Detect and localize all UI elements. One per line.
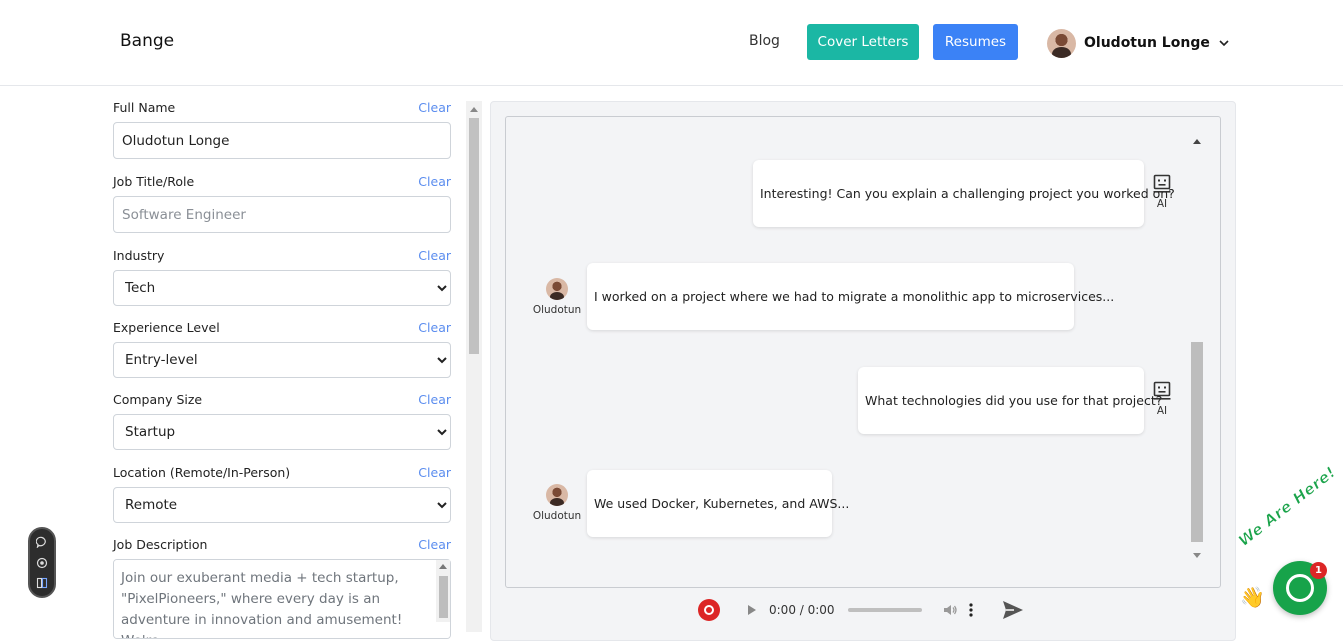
- job-description-scrollbar[interactable]: [436, 560, 450, 622]
- chat-message-user: We used Docker, Kubernetes, and AWS...: [587, 470, 849, 537]
- sender-name: AI: [1156, 198, 1168, 210]
- message-text: I worked on a project where we had to mi…: [594, 289, 1115, 304]
- industry-label: Industry: [113, 248, 165, 263]
- record-button[interactable]: [698, 599, 720, 621]
- sender-ai: AI: [1134, 174, 1190, 210]
- scroll-thumb[interactable]: [469, 118, 479, 354]
- scroll-up-arrow-icon[interactable]: [470, 107, 478, 112]
- company-size-clear-link[interactable]: Clear: [418, 392, 451, 407]
- scroll-thumb[interactable]: [1191, 342, 1203, 542]
- chevron-down-icon: [1219, 40, 1229, 47]
- message-text: We used Docker, Kubernetes, and AWS...: [594, 496, 850, 511]
- message-text: Interesting! Can you explain a challengi…: [760, 186, 1175, 201]
- location-select[interactable]: Remote: [113, 487, 451, 523]
- message-text: What technologies did you use for that p…: [865, 393, 1163, 408]
- sender-ai: AI: [1134, 381, 1190, 417]
- notification-badge: 1: [1310, 562, 1327, 579]
- robot-icon: [1153, 174, 1171, 193]
- avatar: [1047, 28, 1076, 58]
- sender-user: Oludotun: [529, 484, 585, 522]
- user-menu[interactable]: Oludotun Longe: [1047, 28, 1230, 58]
- job-title-input[interactable]: [113, 196, 451, 233]
- more-options-icon[interactable]: [968, 602, 974, 618]
- sender-name: Oludotun: [532, 510, 582, 522]
- chat-message-user: I worked on a project where we had to mi…: [587, 263, 1114, 330]
- scroll-up-arrow-icon[interactable]: [1193, 139, 1201, 144]
- user-name: Oludotun Longe: [1084, 35, 1210, 51]
- scroll-down-arrow-icon[interactable]: [1193, 553, 1201, 558]
- job-title-label: Job Title/Role: [113, 174, 195, 189]
- full-name-input[interactable]: [113, 122, 451, 159]
- volume-icon[interactable]: [942, 602, 958, 618]
- eye-icon[interactable]: [36, 557, 48, 569]
- robot-icon: [1153, 381, 1171, 400]
- chat-message-ai: What technologies did you use for that p…: [858, 367, 1162, 434]
- industry-select[interactable]: Tech: [113, 270, 451, 306]
- audio-controls: 0:00 / 0:00: [698, 598, 1024, 622]
- audio-time: 0:00 / 0:00: [769, 603, 835, 617]
- job-description-textarea[interactable]: Join our exuberant media + tech startup,…: [113, 559, 451, 639]
- location-clear-link[interactable]: Clear: [418, 465, 451, 480]
- job-description-label: Job Description: [113, 537, 208, 552]
- full-name-label: Full Name: [113, 100, 176, 115]
- chat-message-ai: Interesting! Can you explain a challengi…: [753, 160, 1175, 227]
- audio-seek-slider[interactable]: [847, 608, 922, 612]
- company-size-select[interactable]: Startup: [113, 414, 451, 450]
- waving-hand-icon: 👋: [1240, 585, 1265, 609]
- experience-label: Experience Level: [113, 320, 220, 335]
- sender-name: AI: [1156, 405, 1168, 417]
- resumes-button[interactable]: Resumes: [933, 24, 1018, 60]
- nav-blog-link[interactable]: Blog: [749, 33, 780, 49]
- chat-scrollbar[interactable]: [1190, 133, 1204, 558]
- side-toolbar: [28, 527, 56, 598]
- send-icon[interactable]: [1002, 600, 1024, 620]
- industry-clear-link[interactable]: Clear: [418, 248, 451, 263]
- job-title-clear-link[interactable]: Clear: [418, 174, 451, 189]
- sender-user: Oludotun: [529, 278, 585, 316]
- location-label: Location (Remote/In-Person): [113, 465, 291, 480]
- form-scrollbar[interactable]: [466, 101, 482, 632]
- we-are-here-label: We Are Here!: [1234, 462, 1340, 551]
- brand-logo[interactable]: Bange: [120, 31, 174, 51]
- avatar: [546, 484, 568, 506]
- scroll-thumb[interactable]: [439, 576, 448, 618]
- experience-select[interactable]: Entry-level: [113, 342, 451, 378]
- experience-clear-link[interactable]: Clear: [418, 320, 451, 335]
- book-icon[interactable]: [36, 577, 48, 589]
- avatar: [546, 278, 568, 300]
- company-size-label: Company Size: [113, 392, 203, 407]
- chat-window: Interesting! Can you explain a challengi…: [505, 116, 1221, 588]
- job-description-clear-link[interactable]: Clear: [418, 537, 451, 552]
- cover-letters-button[interactable]: Cover Letters: [807, 24, 919, 60]
- comment-icon[interactable]: [36, 536, 48, 548]
- top-header: Bange Blog Cover Letters Resumes Oludotu…: [0, 0, 1343, 86]
- sender-name: Oludotun: [532, 304, 582, 316]
- chat-icon: [1286, 574, 1314, 602]
- scroll-up-arrow-icon[interactable]: [439, 564, 447, 569]
- play-icon[interactable]: [748, 605, 756, 615]
- full-name-clear-link[interactable]: Clear: [418, 100, 451, 115]
